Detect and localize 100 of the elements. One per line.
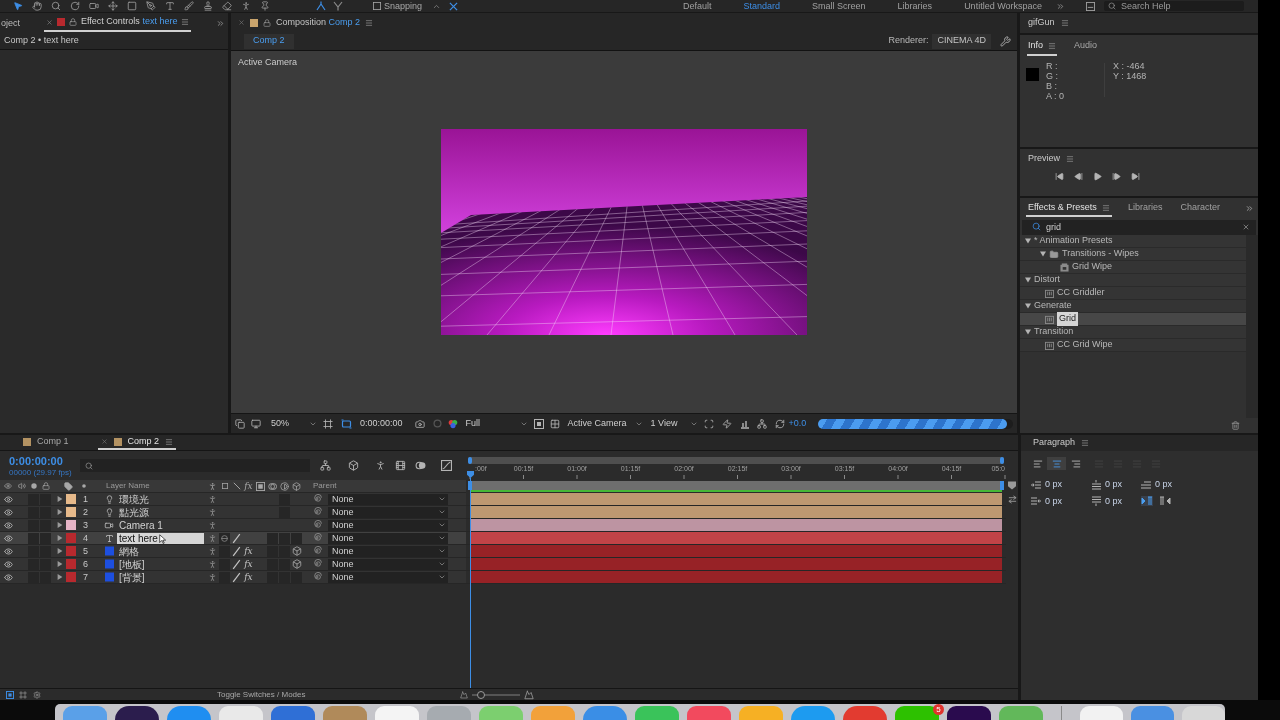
parent-dropdown[interactable]: None <box>328 493 448 505</box>
eye-icon[interactable] <box>3 559 13 569</box>
person-icon[interactable] <box>208 533 217 543</box>
marker-icon[interactable] <box>1008 481 1016 490</box>
tree-item[interactable]: CC Griddler <box>1020 287 1246 300</box>
column-header[interactable]: Parent <box>313 480 337 492</box>
app-icon[interactable] <box>947 706 991 720</box>
expand-triangle-icon[interactable] <box>57 561 63 567</box>
workspace-tab[interactable]: Standard <box>743 1 781 11</box>
cube-icon[interactable] <box>291 559 302 569</box>
monitor-icon[interactable] <box>251 418 261 429</box>
switch-toggle[interactable] <box>219 545 230 557</box>
crossed-lines-icon[interactable] <box>449 1 459 11</box>
menu-icon[interactable] <box>181 18 190 26</box>
wrench-icon[interactable] <box>1000 35 1011 47</box>
workspace-tab[interactable]: Untitled Workspace <box>964 1 1042 11</box>
cube-icon[interactable] <box>348 460 359 471</box>
spacing-value[interactable]: 0 px <box>1105 494 1122 508</box>
workspace-tab[interactable]: Small Screen <box>812 1 866 11</box>
effects-switch[interactable]: fx <box>244 546 253 556</box>
spiral-icon[interactable] <box>312 494 322 504</box>
switch-toggle[interactable] <box>279 532 290 544</box>
spiral-icon[interactable] <box>312 572 322 582</box>
expand-triangle-icon[interactable] <box>1025 238 1031 244</box>
rgb-circles-icon[interactable] <box>447 418 458 429</box>
triangle-bars-icon[interactable] <box>1159 496 1171 507</box>
layer-row[interactable]: 7 [背景] fx None <box>0 571 466 584</box>
column-header[interactable]: Layer Name <box>106 481 150 490</box>
slash-icon[interactable] <box>231 532 242 544</box>
circle-line-icon[interactable] <box>219 532 230 544</box>
parent-dropdown[interactable]: None <box>328 532 448 544</box>
spiral-icon[interactable] <box>312 546 322 556</box>
expand-triangle-icon[interactable] <box>57 548 63 554</box>
workspace-tab[interactable]: Libraries <box>897 1 933 11</box>
layer-row[interactable]: 6 [地板] fx None <box>0 558 466 571</box>
arrow-pointer-icon[interactable] <box>13 1 23 11</box>
tree-item[interactable]: CC Grid Wipe <box>1020 339 1246 352</box>
switch-toggle[interactable] <box>28 545 39 557</box>
parent-dropdown[interactable]: None <box>328 506 448 518</box>
layer-row[interactable]: 2 點光源 None <box>0 506 466 519</box>
expand-triangle-icon[interactable] <box>57 509 63 515</box>
comp-tab[interactable]: Comp 2 <box>97 435 177 450</box>
slash-icon[interactable] <box>231 545 242 557</box>
cube-icon[interactable] <box>291 546 302 556</box>
switch-toggle[interactable] <box>279 545 290 557</box>
switch-toggle[interactable] <box>40 519 51 531</box>
expand-triangle-icon[interactable] <box>57 496 63 502</box>
menu-icon[interactable] <box>365 18 374 27</box>
refresh-icon[interactable] <box>774 418 785 429</box>
eraser-icon[interactable] <box>222 1 232 11</box>
tree-item[interactable]: * Animation Presets <box>1020 235 1246 248</box>
menu-icon[interactable] <box>165 437 174 446</box>
composition-tab[interactable]: Composition Comp 2 <box>236 14 376 31</box>
resolution-dropdown[interactable]: Full <box>463 416 528 431</box>
close-icon[interactable] <box>100 438 108 445</box>
snapping-checkbox[interactable] <box>373 2 381 10</box>
eye-icon[interactable] <box>3 572 13 582</box>
effects-switch[interactable]: fx <box>244 559 253 569</box>
person-icon[interactable] <box>208 507 217 517</box>
playhead[interactable] <box>466 471 475 688</box>
layer-search-field[interactable] <box>80 459 310 472</box>
mountain-icon[interactable] <box>459 690 468 699</box>
close-icon[interactable] <box>238 19 245 26</box>
parent-dropdown[interactable]: None <box>328 571 448 583</box>
chevrons-right-icon[interactable] <box>216 18 225 28</box>
current-time[interactable]: 0:00:00:00 <box>9 454 80 468</box>
tree-item[interactable]: Transitions - Wipes <box>1020 248 1246 261</box>
expand-triangle-icon[interactable] <box>1025 329 1031 335</box>
bars-icon[interactable] <box>739 418 750 429</box>
layer-name-field[interactable]: text here <box>117 532 204 544</box>
stamp-icon[interactable] <box>203 1 213 11</box>
zoom-slider-track[interactable] <box>471 690 520 699</box>
view-layout-dropdown[interactable]: 1 View <box>648 416 698 431</box>
switch-toggle[interactable] <box>40 545 51 557</box>
step-back-icon[interactable] <box>1074 172 1083 181</box>
nested-squares-icon[interactable] <box>533 418 544 429</box>
spacing-value[interactable]: 0 px <box>1045 478 1062 492</box>
align-button[interactable] <box>1047 457 1066 470</box>
tree-item[interactable]: Grid Wipe <box>1020 261 1246 274</box>
move-arrows-icon[interactable] <box>108 1 118 11</box>
layer-row[interactable]: 3 Camera 1 None <box>0 519 466 532</box>
scrollbar-track[interactable] <box>1246 235 1258 418</box>
corner-brackets-icon[interactable] <box>703 418 714 429</box>
layer-row[interactable]: 1 環境光 None <box>0 493 466 506</box>
tree-item[interactable]: Transition <box>1020 326 1246 339</box>
close-icon[interactable] <box>46 18 53 26</box>
label-color-swatch[interactable] <box>66 507 76 517</box>
flowchart-icon[interactable] <box>756 418 767 429</box>
spacing-value[interactable]: 0 px <box>1045 494 1062 508</box>
film-icon[interactable] <box>395 460 406 471</box>
navigator-handle[interactable] <box>1000 457 1004 464</box>
navigator-handle[interactable] <box>468 457 472 464</box>
pen-nib-icon[interactable] <box>146 1 156 11</box>
work-area-handle[interactable] <box>1000 481 1004 490</box>
camera-icon[interactable] <box>414 418 425 429</box>
switch-toggle[interactable] <box>291 532 302 544</box>
parent-dropdown[interactable]: None <box>328 519 448 531</box>
rounded-rect-icon[interactable] <box>341 418 352 429</box>
play-icon[interactable] <box>1093 172 1102 181</box>
person-icon[interactable] <box>208 572 217 582</box>
